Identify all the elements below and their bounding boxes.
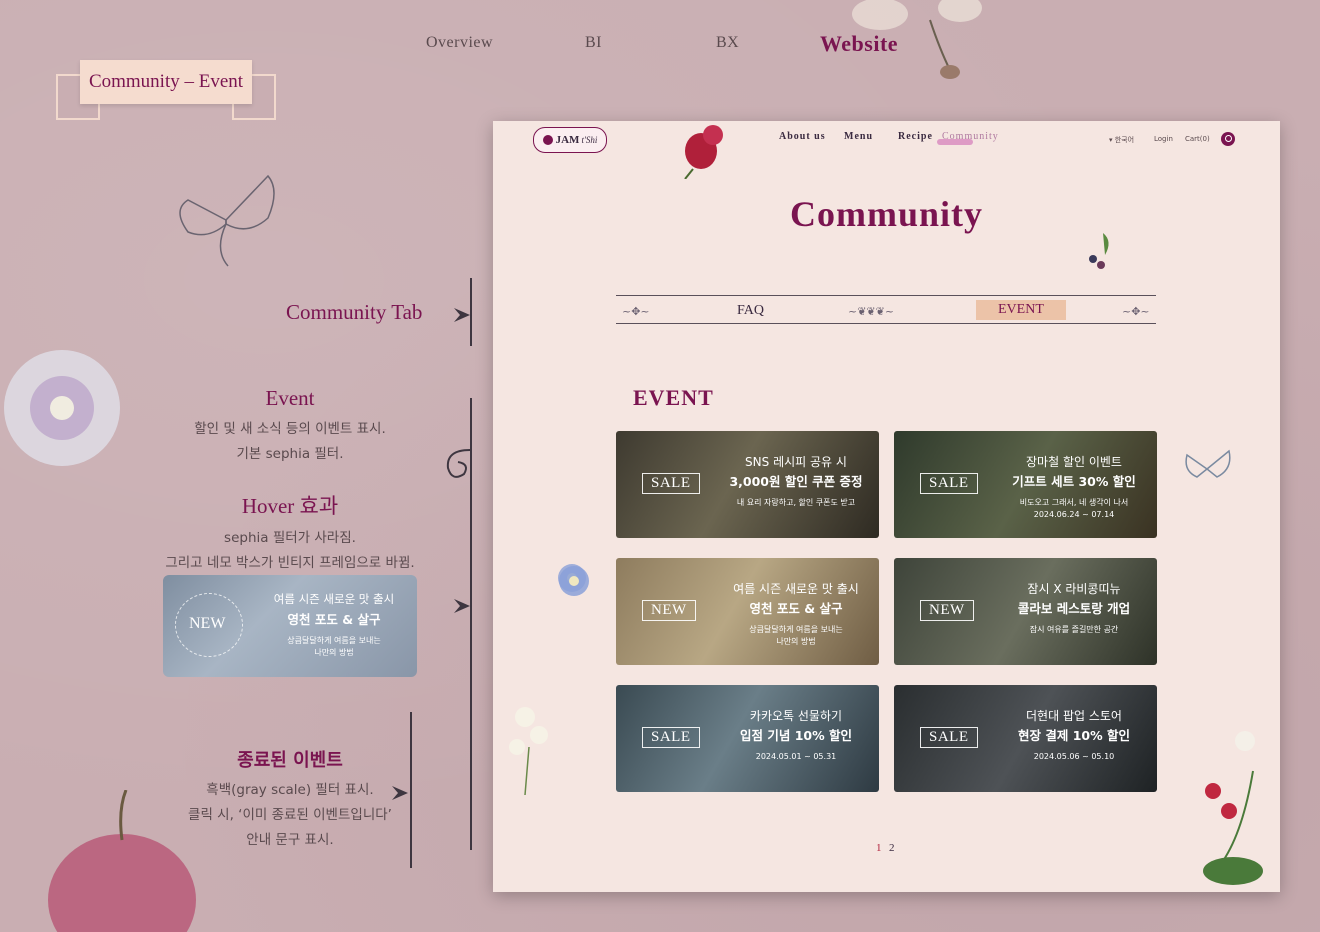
berry-sprig-icon: [1089, 233, 1109, 269]
strawberry-plant-icon: [1203, 731, 1263, 885]
community-title: Community: [789, 194, 983, 234]
event-annotation-line1: 할인 및 새 소식 등의 이벤트 표시.: [194, 421, 386, 437]
arrow-right-icon: [454, 599, 470, 613]
flourish-center-icon: ~❦❦❦~: [848, 305, 895, 318]
site-logo[interactable]: JAM t'Shi: [533, 127, 607, 153]
search-icon[interactable]: [1221, 132, 1235, 146]
hover-annotation-line1: sephia 필터가 사라짐.: [224, 530, 356, 546]
hover-card-badge: NEW: [189, 615, 226, 632]
hover-annotation-title: Hover 효과: [241, 494, 339, 518]
arrow-right-icon: [392, 786, 408, 800]
active-nav-highlight: [937, 139, 973, 145]
page-2[interactable]: 2: [889, 842, 895, 854]
event-card-line2: 입점 기념 10% 할인: [740, 728, 852, 743]
nav-bi[interactable]: BI: [585, 34, 602, 52]
butterfly-icon: [179, 174, 275, 267]
page-title: Community – Event: [80, 60, 252, 104]
event-card-badge: NEW: [642, 600, 696, 621]
event-card-line1: 더현대 팝업 스토어: [1026, 709, 1122, 723]
nav-bx[interactable]: BX: [716, 34, 739, 52]
arrow-right-icon: [454, 308, 470, 322]
hover-annotation-line2: 그리고 네모 박스가 빈티지 프레임으로 바뀜.: [165, 555, 415, 571]
event-card-line1: 잠시 X 라비콩띠뉴: [1027, 582, 1121, 596]
site-nav-about[interactable]: About us: [779, 131, 826, 142]
tab-faq[interactable]: FAQ: [737, 303, 764, 319]
nav-overview[interactable]: Overview: [426, 34, 493, 52]
top-nav: Overview BI BX Website: [0, 31, 1320, 60]
event-card-line2: 콜라보 레스토랑 개업: [1017, 601, 1131, 616]
event-card-line2: 기프트 세트 30% 할인: [1012, 474, 1136, 489]
event-card-line1: 여름 시즌 새로운 맛 출시: [733, 582, 859, 596]
scroll-ornament-icon: [446, 449, 471, 478]
site-nav-menu[interactable]: Menu: [844, 131, 873, 142]
event-card-badge: SALE: [920, 473, 978, 494]
event-card-line2: 3,000원 할인 쿠폰 증정: [729, 474, 863, 489]
flourish-right-icon: ~✥~: [1122, 305, 1150, 318]
event-annotation-line2: 기본 sephia 필터.: [236, 446, 344, 462]
community-tab-bar: ~✥~ FAQ ~❦❦❦~ EVENT ~✥~: [616, 289, 1156, 329]
tab-bar-top-rule: [616, 295, 1156, 296]
event-card[interactable]: SALE 장마철 할인 이벤트 기프트 세트 30% 할인 비도오고 그래서, …: [894, 431, 1157, 538]
event-card-line3: 상큼달달하게 여름을 보내는 나만의 방법: [749, 625, 843, 646]
tab-bar-bottom-rule: [616, 323, 1156, 324]
event-card-line3: 2024.05.06 ~ 05.10: [1033, 752, 1115, 761]
website-mockup: JAM t'Shi About us Menu Recipe Community…: [493, 121, 1280, 892]
site-nav-recipe[interactable]: Recipe: [898, 131, 933, 142]
language-select[interactable]: ▾ 한국어: [1109, 135, 1134, 145]
community-tab-annotation: Community Tab: [286, 300, 423, 324]
page-title-ribbon: Community – Event: [56, 60, 276, 122]
hover-card-line3: 상큼달달하게 여름을 보내는 나만의 방법: [287, 636, 381, 657]
jar-icon: [542, 135, 553, 145]
event-card-ended[interactable]: SALE 카카오톡 선물하기 입점 기념 10% 할인 2024.05.01 ~…: [616, 685, 879, 792]
event-card-badge: SALE: [642, 727, 700, 748]
hover-card-line1: 여름 시즌 새로운 맛 출시: [273, 592, 395, 606]
hover-card-line2: 영천 포도 & 살구: [287, 612, 381, 627]
event-card-line2: 영천 포도 & 살구: [749, 601, 843, 616]
event-card-line3: 2024.05.01 ~ 05.31: [755, 752, 837, 761]
event-card[interactable]: NEW 여름 시즌 새로운 맛 출시 영천 포도 & 살구 상큼달달하게 여름을…: [616, 558, 879, 665]
flower-top-decoration-icon: [852, 0, 982, 79]
event-card-badge: SALE: [920, 727, 978, 748]
event-card-line3: 잠시 여유를 즐길만한 공간: [1029, 625, 1119, 634]
event-card[interactable]: NEW 잠시 X 라비콩띠뉴 콜라보 레스토랑 개업 잠시 여유를 즐길만한 공…: [894, 558, 1157, 665]
event-card-line3: 내 요리 자랑하고, 할인 쿠폰도 받고: [736, 498, 856, 507]
login-link[interactable]: Login: [1154, 135, 1173, 143]
event-card-line3: 비도오고 그래서, 네 생각이 나서 2024.06.24 ~ 07.14: [1019, 498, 1129, 519]
tab-event[interactable]: EVENT: [976, 300, 1066, 320]
flourish-left-icon: ~✥~: [622, 305, 650, 318]
white-flowers-icon: [509, 707, 548, 796]
hover-annotation: Hover 효과 sephia 필터가 사라짐. 그리고 네모 박스가 빈티지 …: [140, 490, 440, 576]
event-card-line1: 장마철 할인 이벤트: [1026, 455, 1122, 469]
event-card-line1: 카카오톡 선물하기: [749, 709, 843, 723]
cart-link[interactable]: Cart(0): [1185, 135, 1210, 143]
event-card-ended[interactable]: SALE 더현대 팝업 스토어 현장 결제 10% 할인 2024.05.06 …: [894, 685, 1157, 792]
plum-fruit-icon: [48, 790, 196, 932]
event-card-badge: NEW: [920, 600, 974, 621]
butterfly-small-icon: [1185, 449, 1231, 478]
event-annotation-title: Event: [265, 386, 315, 410]
passion-flower-icon: [4, 350, 120, 466]
event-card-line2: 현장 결제 10% 할인: [1018, 728, 1130, 743]
event-annotation: Event 할인 및 새 소식 등의 이벤트 표시. 기본 sephia 필터.: [160, 386, 420, 467]
hover-example-card: NEW 여름 시즌 새로운 맛 출시 영천 포도 & 살구 상큼달달하게 여름을…: [163, 575, 417, 677]
event-section-title: EVENT: [633, 385, 714, 410]
event-card[interactable]: SALE SNS 레시피 공유 시 3,000원 할인 쿠폰 증정 내 요리 자…: [616, 431, 879, 538]
page-1[interactable]: 1: [876, 842, 882, 854]
blue-flower-icon: [559, 566, 589, 596]
event-card-badge: SALE: [642, 473, 700, 494]
ended-annotation-title: 종료된 이벤트: [237, 750, 343, 771]
event-card-line1: SNS 레시피 공유 시: [745, 455, 847, 469]
red-flower-icon: [684, 125, 723, 179]
